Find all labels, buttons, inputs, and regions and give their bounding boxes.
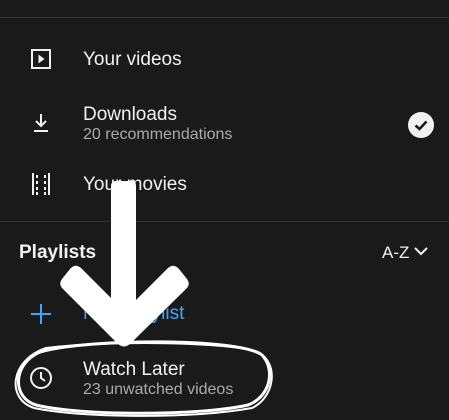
playlist-item-watch-later[interactable]: Watch Later 23 unwatched videos [0, 355, 449, 405]
your-movies-label: Your movies [83, 174, 187, 195]
chevron-down-icon[interactable] [412, 244, 430, 258]
new-playlist-row[interactable] [0, 296, 449, 332]
download-icon [28, 110, 54, 136]
menu-item-your-movies[interactable]: Your movies [0, 165, 449, 205]
section-divider [0, 221, 449, 222]
check-circle-icon [408, 112, 434, 138]
watch-later-subtitle: 23 unwatched videos [83, 381, 234, 398]
your-videos-label: Your videos [83, 49, 182, 70]
playlists-heading: Playlists [19, 242, 97, 263]
menu-item-your-videos[interactable]: Your videos [0, 40, 449, 80]
clock-icon [28, 365, 54, 391]
top-divider [0, 17, 449, 18]
film-strip-icon [28, 171, 54, 197]
watch-later-title: Watch Later [83, 359, 185, 380]
downloads-label: Downloads [83, 104, 177, 125]
downloads-subtitle: 20 recommendations [83, 126, 233, 143]
new-playlist-label[interactable]: New playlist [83, 303, 184, 325]
plus-icon [28, 301, 54, 327]
menu-item-downloads[interactable]: Downloads 20 recommendations [0, 100, 449, 150]
library-screen: Your videos Downloads 20 recommendations… [0, 0, 449, 420]
play-square-icon [28, 46, 54, 72]
sort-button[interactable]: A-Z [382, 243, 409, 263]
